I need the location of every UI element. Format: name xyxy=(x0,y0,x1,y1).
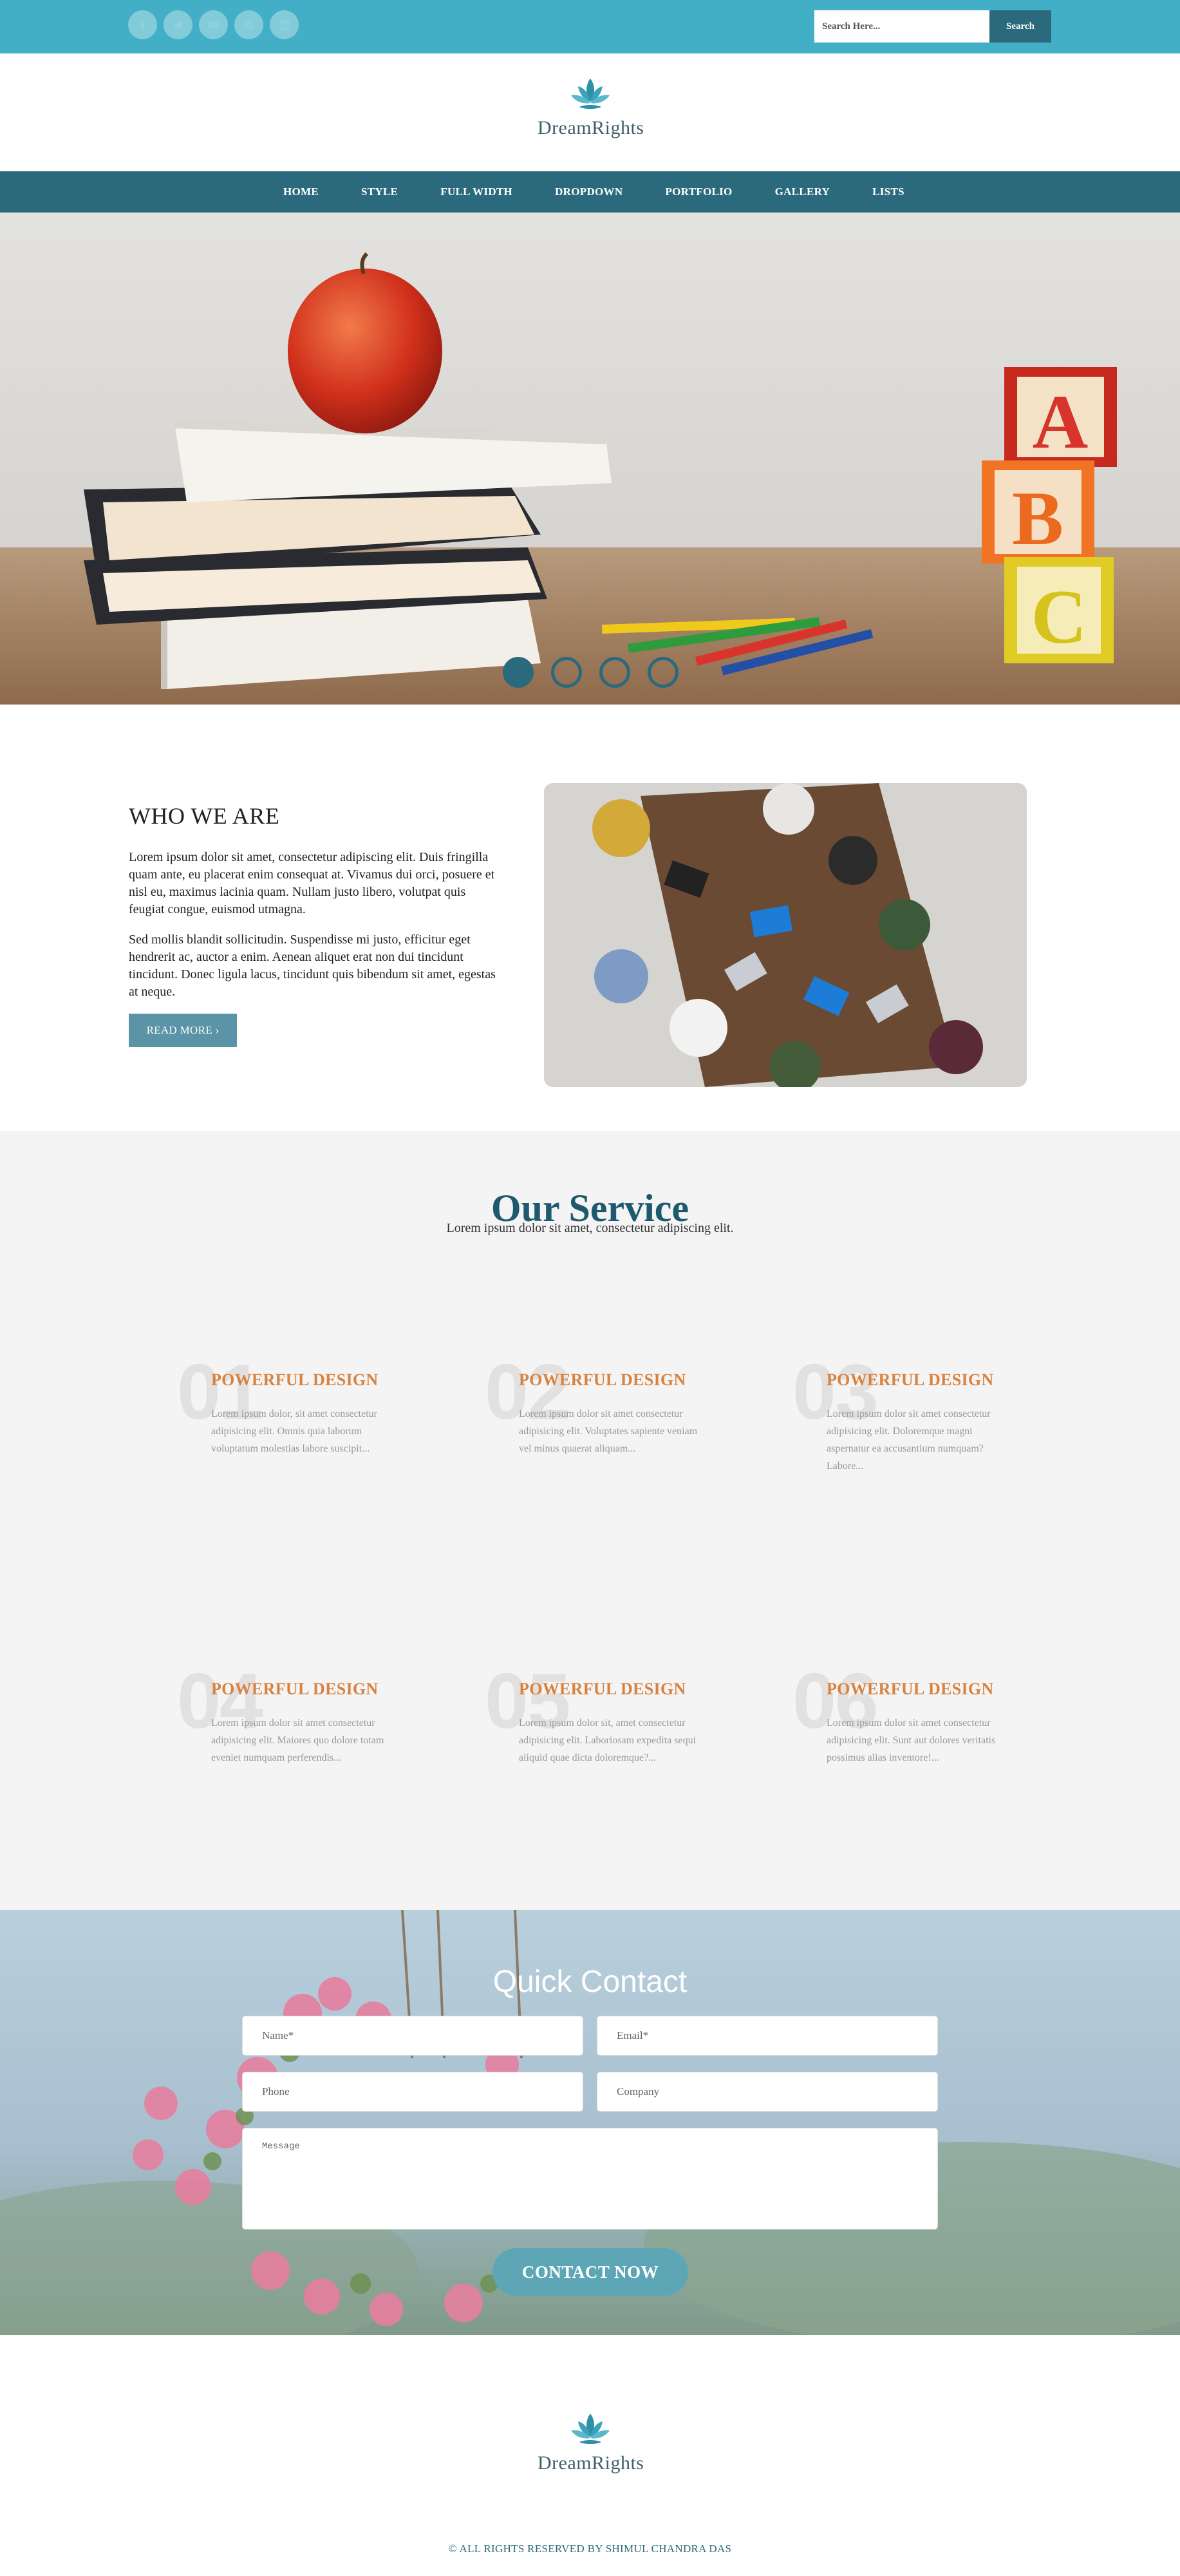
search-button[interactable]: Search xyxy=(989,10,1051,43)
service-description: Lorem ipsum dolor sit amet consectetur a… xyxy=(827,1718,996,1763)
about-paragraph-1: Lorem ipsum dolor sit amet, consectetur … xyxy=(129,850,495,916)
nav-item-home[interactable]: HOME xyxy=(283,185,319,198)
service-name: POWERFUL DESIGN xyxy=(827,1370,994,1389)
slider-dot-2[interactable] xyxy=(551,657,582,688)
slider-dots xyxy=(503,657,679,688)
nav-item-lists[interactable]: LISTS xyxy=(872,185,904,198)
nav-item-gallery[interactable]: GALLERY xyxy=(775,185,830,198)
copyright-text: © ALL RIGHTS RESERVED BY SHIMUL CHANDRA … xyxy=(448,2543,732,2555)
team-meeting-image xyxy=(544,783,1027,1087)
nav-item-portfolio[interactable]: PORTFOLIO xyxy=(665,185,732,198)
about-paragraph-2: Sed mollis blandit sollicitudin. Suspend… xyxy=(129,933,496,999)
twitter-icon[interactable] xyxy=(164,10,192,39)
services-section xyxy=(0,1131,1180,1910)
main-nav: HOME STYLE FULL WIDTH DROPDOWN PORTFOLIO… xyxy=(0,171,1180,213)
read-more-button[interactable]: READ MORE › xyxy=(129,1014,237,1047)
service-description: Lorem ipsum dolor sit amet consectetur a… xyxy=(211,1718,384,1763)
name-field[interactable] xyxy=(242,2016,583,2056)
service-name: POWERFUL DESIGN xyxy=(519,1370,686,1389)
contact-title: Quick Contact xyxy=(492,1965,688,1999)
service-description: Lorem ipsum dolor, sit amet consectetur … xyxy=(211,1408,377,1454)
lotus-logo-icon xyxy=(570,79,610,109)
nav-item-style[interactable]: STYLE xyxy=(361,185,398,198)
footer-logo-text: DreamRights xyxy=(538,2452,644,2474)
service-description: Lorem ipsum dolor sit amet consectetur a… xyxy=(827,1408,991,1472)
site-logo[interactable]: DreamRights xyxy=(538,76,644,139)
phone-field[interactable] xyxy=(242,2072,583,2112)
nav-item-dropdown[interactable]: DROPDOWN xyxy=(555,185,623,198)
logo-text: DreamRights xyxy=(538,117,644,138)
lotus-logo-icon xyxy=(570,2414,610,2444)
svg-text:C: C xyxy=(1031,574,1087,659)
facebook-icon[interactable] xyxy=(128,10,157,39)
service-name: POWERFUL DESIGN xyxy=(211,1680,379,1698)
service-description: Lorem ipsum dolor sit, amet consectetur … xyxy=(519,1718,697,1763)
service-name: POWERFUL DESIGN xyxy=(827,1680,994,1698)
footer-logo[interactable]: DreamRights xyxy=(538,2411,644,2474)
top-bar: Search xyxy=(0,0,1180,53)
company-field[interactable] xyxy=(597,2072,938,2112)
service-name: POWERFUL DESIGN xyxy=(211,1370,379,1389)
svg-text:B: B xyxy=(1012,475,1063,561)
about-title: WHO WE ARE xyxy=(129,803,280,829)
service-description: Lorem ipsum dolor sit amet consectetur a… xyxy=(519,1408,698,1454)
youtube-icon[interactable] xyxy=(199,10,228,39)
hero-slider: A B C xyxy=(0,213,1180,705)
email-field[interactable] xyxy=(597,2016,938,2056)
nav-item-full-width[interactable]: FULL WIDTH xyxy=(440,185,512,198)
social-links xyxy=(128,10,299,39)
slider-dot-1[interactable] xyxy=(503,657,534,688)
svg-text:A: A xyxy=(1033,379,1089,464)
linkedin-icon[interactable] xyxy=(270,10,299,39)
search-input[interactable] xyxy=(814,10,989,43)
service-name: POWERFUL DESIGN xyxy=(519,1680,686,1698)
pinterest-icon[interactable] xyxy=(234,10,263,39)
contact-now-button[interactable]: CONTACT NOW xyxy=(492,2248,688,2296)
slider-dot-4[interactable] xyxy=(648,657,679,688)
slider-dot-3[interactable] xyxy=(599,657,630,688)
hero-slide-image: A B C xyxy=(0,213,1180,705)
message-field[interactable] xyxy=(242,2128,938,2230)
services-subtitle: Lorem ipsum dolor sit amet, consectetur … xyxy=(446,1221,734,1235)
